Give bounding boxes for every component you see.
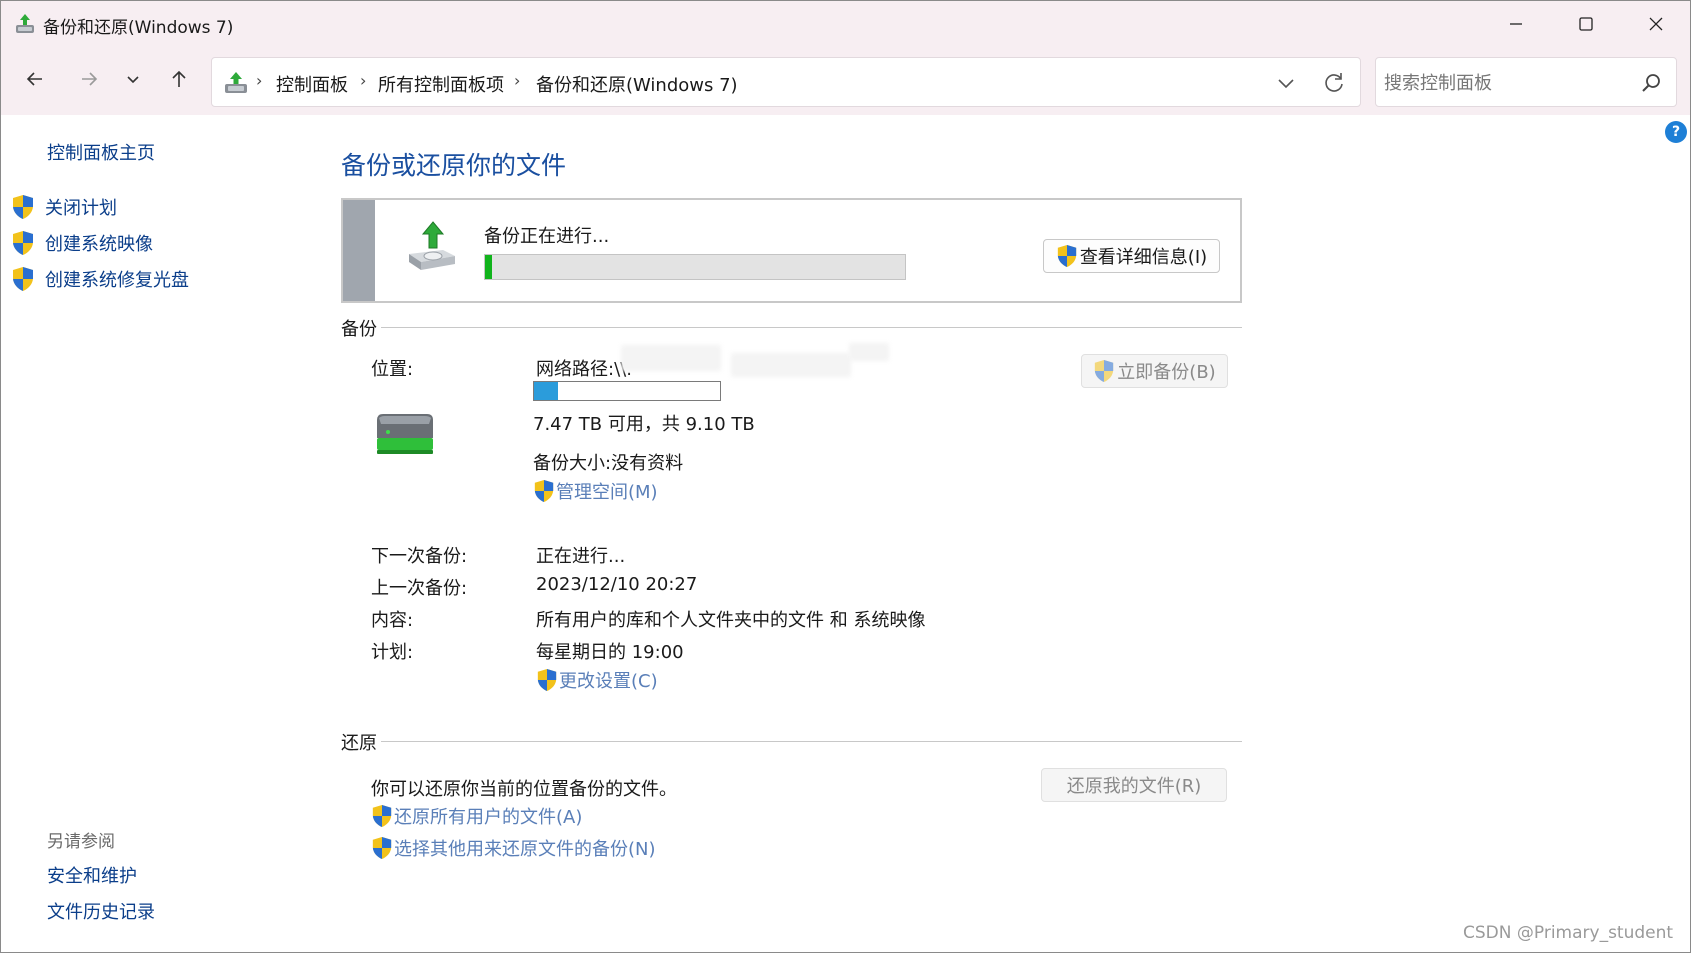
contents-value: 所有用户的库和个人文件夹中的文件 和 系统映像	[536, 610, 926, 631]
uac-shield-icon	[372, 805, 392, 827]
restore-section-heading: 还原	[341, 733, 377, 754]
uac-shield-icon	[13, 231, 33, 255]
address-bar[interactable]: › 控制面板 › 所有控制面板项 › 备份和还原(Windows 7)	[211, 57, 1361, 107]
change-settings-link[interactable]: 更改设置(C)	[536, 667, 658, 693]
hard-drive-icon	[377, 414, 433, 454]
next-backup-value: 正在进行...	[536, 546, 626, 567]
uac-shield-icon	[13, 267, 33, 291]
section-divider	[381, 327, 1242, 328]
backup-now-label: 立即备份(B)	[1117, 362, 1216, 383]
help-icon[interactable]: ?	[1665, 121, 1687, 143]
restore-my-files-button[interactable]: 还原我的文件(R)	[1041, 768, 1227, 802]
next-backup-label: 下一次备份:	[371, 546, 468, 567]
search-input[interactable]	[1384, 68, 1624, 98]
forward-button[interactable]	[69, 59, 109, 99]
breadcrumb-all-items[interactable]: 所有控制面板项	[378, 71, 504, 97]
sidebar-item-create-repair-disc[interactable]: 创建系统修复光盘	[11, 266, 189, 292]
breadcrumb-backup-restore[interactable]: 备份和还原(Windows 7)	[536, 71, 738, 97]
backup-section-heading: 备份	[341, 319, 377, 340]
sidebar-link-file-history[interactable]: 文件历史记录	[47, 898, 155, 924]
location-value: 网络路径:\\.	[536, 359, 632, 380]
backup-progress-panel: 备份正在进行... 查看详细信息(I)	[341, 198, 1242, 303]
close-icon	[1649, 17, 1663, 31]
recent-locations-button[interactable]	[113, 59, 153, 99]
view-details-label: 查看详细信息(I)	[1079, 247, 1208, 268]
backup-now-button[interactable]: 立即备份(B)	[1081, 354, 1228, 388]
restore-description: 你可以还原你当前的位置备份的文件。	[371, 779, 677, 800]
arrow-up-icon	[172, 70, 186, 87]
sidebar-item-label[interactable]: 创建系统修复光盘	[45, 266, 189, 292]
backup-progress-bar	[484, 254, 906, 280]
disk-capacity-bar	[533, 381, 721, 401]
backup-progress-fill	[485, 255, 493, 279]
sidebar-item-turn-off-schedule[interactable]: 关闭计划	[11, 194, 117, 220]
maximize-button[interactable]	[1551, 1, 1621, 47]
watermark: CSDN @Primary_student	[1463, 923, 1674, 943]
panel-accent-stripe	[343, 200, 375, 301]
last-backup-value: 2023/12/10 20:27	[536, 574, 698, 595]
manage-space-label[interactable]: 管理空间(M)	[556, 478, 658, 504]
uac-shield-icon	[537, 669, 557, 691]
free-space-text: 7.47 TB 可用，共 9.10 TB	[533, 414, 755, 435]
redacted-path-blur	[731, 353, 851, 377]
up-button[interactable]	[159, 59, 199, 99]
breadcrumb-separator-icon: ›	[514, 71, 521, 90]
sidebar-item-label[interactable]: 关闭计划	[45, 194, 117, 220]
close-button[interactable]	[1621, 1, 1691, 47]
uac-shield-icon	[372, 837, 392, 859]
uac-shield-icon	[534, 480, 554, 502]
last-backup-label: 上一次备份:	[371, 578, 468, 599]
back-button[interactable]	[15, 59, 55, 99]
progress-status-text: 备份正在进行...	[484, 226, 610, 247]
arrow-left-icon	[26, 72, 42, 86]
page-title: 备份或还原你的文件	[341, 151, 567, 180]
sidebar-control-panel-home[interactable]: 控制面板主页	[47, 139, 155, 165]
sidebar-item-label[interactable]: 创建系统映像	[45, 230, 153, 256]
uac-shield-icon	[1057, 245, 1076, 267]
uac-shield-icon	[13, 195, 33, 219]
refresh-icon[interactable]	[1320, 69, 1348, 97]
select-other-backup-link[interactable]: 选择其他用来还原文件的备份(N)	[371, 835, 656, 861]
maximize-icon	[1579, 17, 1593, 31]
address-dropdown-icon[interactable]	[1272, 70, 1300, 96]
window-title: 备份和还原(Windows 7)	[43, 18, 234, 38]
location-label: 位置:	[371, 359, 414, 380]
redacted-path-blur	[621, 345, 721, 371]
restore-my-files-label: 还原我的文件(R)	[1066, 776, 1202, 797]
uac-shield-icon	[1095, 360, 1114, 382]
select-other-backup-label[interactable]: 选择其他用来还原文件的备份(N)	[394, 835, 656, 861]
schedule-value: 每星期日的 19:00	[536, 642, 684, 663]
restore-all-users-link[interactable]: 还原所有用户的文件(A)	[371, 803, 582, 829]
minimize-icon	[1510, 23, 1522, 25]
sidebar-item-create-system-image[interactable]: 创建系统映像	[11, 230, 153, 256]
redacted-path-blur	[849, 343, 889, 361]
arrow-right-icon	[82, 72, 98, 86]
change-settings-label[interactable]: 更改设置(C)	[559, 667, 658, 693]
breadcrumb-separator-icon: ›	[256, 71, 263, 90]
manage-space-link[interactable]: 管理空间(M)	[533, 478, 658, 504]
breadcrumb-separator-icon: ›	[360, 71, 367, 90]
search-icon[interactable]	[1640, 72, 1662, 94]
view-details-button[interactable]: 查看详细信息(I)	[1043, 239, 1220, 273]
sidebar-link-security-maintenance[interactable]: 安全和维护	[47, 862, 137, 888]
contents-label: 内容:	[371, 610, 414, 631]
see-also-heading: 另请参阅	[47, 832, 115, 852]
minimize-button[interactable]	[1481, 1, 1551, 47]
backup-in-progress-icon	[409, 221, 455, 270]
backup-restore-window: 备份和还原(Windows 7) › 控制面板 › 所有控制面板项 › 备份和还…	[0, 0, 1691, 953]
schedule-label: 计划:	[371, 642, 414, 663]
search-box[interactable]	[1375, 57, 1677, 107]
breadcrumb-control-panel[interactable]: 控制面板	[276, 71, 348, 97]
backup-size-text: 备份大小:没有资料	[533, 453, 684, 474]
chevron-down-icon	[127, 76, 139, 84]
restore-all-users-label[interactable]: 还原所有用户的文件(A)	[394, 803, 582, 829]
section-divider	[381, 741, 1242, 742]
disk-capacity-fill	[534, 382, 559, 400]
control-panel-icon	[225, 72, 247, 93]
title-bar: 备份和还原(Windows 7)	[1, 1, 1690, 47]
backup-app-icon	[16, 14, 34, 33]
